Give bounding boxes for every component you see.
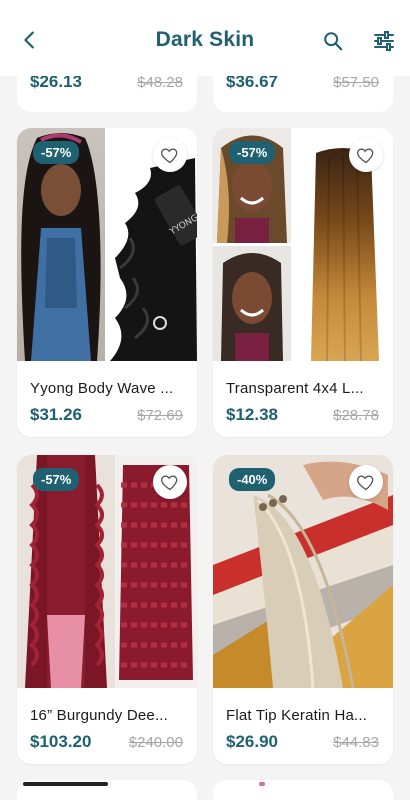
- discount-badge: -57%: [229, 141, 276, 164]
- product-info: 16” Burgundy Dee... $103.20 $240.00: [17, 688, 197, 764]
- favorite-button[interactable]: [153, 465, 187, 499]
- product-image[interactable]: -40%: [213, 455, 393, 688]
- product-image-edge: [259, 782, 265, 786]
- product-image[interactable]: -57%: [17, 455, 197, 688]
- product-grid: $26.13 $48.28 $36.67 $57.50 YYONG -57% Y…: [0, 0, 410, 800]
- product-card-partial[interactable]: [17, 780, 197, 800]
- discount-badge: -57%: [33, 468, 80, 491]
- product-card[interactable]: YYONG -57% Yyong Body Wave ... $31.26 $7…: [17, 128, 197, 437]
- product-original-price: $240.00: [128, 734, 183, 751]
- heart-icon: [161, 475, 178, 491]
- product-image-edge: [23, 782, 108, 786]
- app-screen: $26.13 $48.28 $36.67 $57.50 YYONG -57% Y…: [0, 0, 410, 800]
- sliders-icon: [374, 31, 394, 51]
- heart-icon: [357, 475, 374, 491]
- favorite-button[interactable]: [349, 465, 383, 499]
- product-name: Yyong Body Wave ...: [30, 380, 174, 397]
- product-name: Transparent 4x4 L...: [226, 380, 364, 397]
- product-info: Yyong Body Wave ... $31.26 $72.69: [17, 361, 197, 437]
- app-header: Dark Skin: [0, 0, 410, 76]
- search-icon: [324, 32, 343, 51]
- product-name: 16” Burgundy Dee...: [30, 707, 169, 724]
- discount-badge: -57%: [33, 141, 80, 164]
- favorite-button[interactable]: [153, 138, 187, 172]
- product-image[interactable]: -57%: [213, 128, 393, 361]
- product-card[interactable]: -57% Transparent 4x4 L... $12.38 $28.78: [213, 128, 393, 437]
- product-price: $12.38: [226, 405, 278, 424]
- product-original-price: $72.69: [137, 407, 183, 424]
- product-original-price: $48.28: [137, 74, 183, 91]
- product-price: $26.90: [226, 732, 278, 751]
- product-card-partial[interactable]: [213, 780, 393, 800]
- favorite-button[interactable]: [349, 138, 383, 172]
- filter-button[interactable]: [369, 26, 399, 56]
- page-title: Dark Skin: [155, 28, 255, 51]
- product-original-price: $57.50: [333, 74, 379, 91]
- heart-icon: [357, 148, 374, 164]
- product-image[interactable]: YYONG -57%: [17, 128, 197, 361]
- heart-icon: [161, 148, 178, 164]
- product-price: $31.26: [30, 405, 82, 424]
- product-name: Flat Tip Keratin Ha...: [226, 707, 368, 724]
- product-info: Flat Tip Keratin Ha... $26.90 $44.83: [213, 688, 393, 764]
- product-original-price: $44.83: [333, 734, 379, 751]
- product-original-price: $28.78: [333, 407, 379, 424]
- search-button[interactable]: [318, 26, 348, 56]
- product-price: $103.20: [30, 732, 92, 751]
- discount-badge: -40%: [229, 468, 276, 491]
- product-info: Transparent 4x4 L... $12.38 $28.78: [213, 361, 393, 437]
- product-card[interactable]: -57% 16” Burgundy Dee... $103.20 $240.00: [17, 455, 197, 764]
- product-card[interactable]: -40% Flat Tip Keratin Ha... $26.90 $44.8…: [213, 455, 393, 764]
